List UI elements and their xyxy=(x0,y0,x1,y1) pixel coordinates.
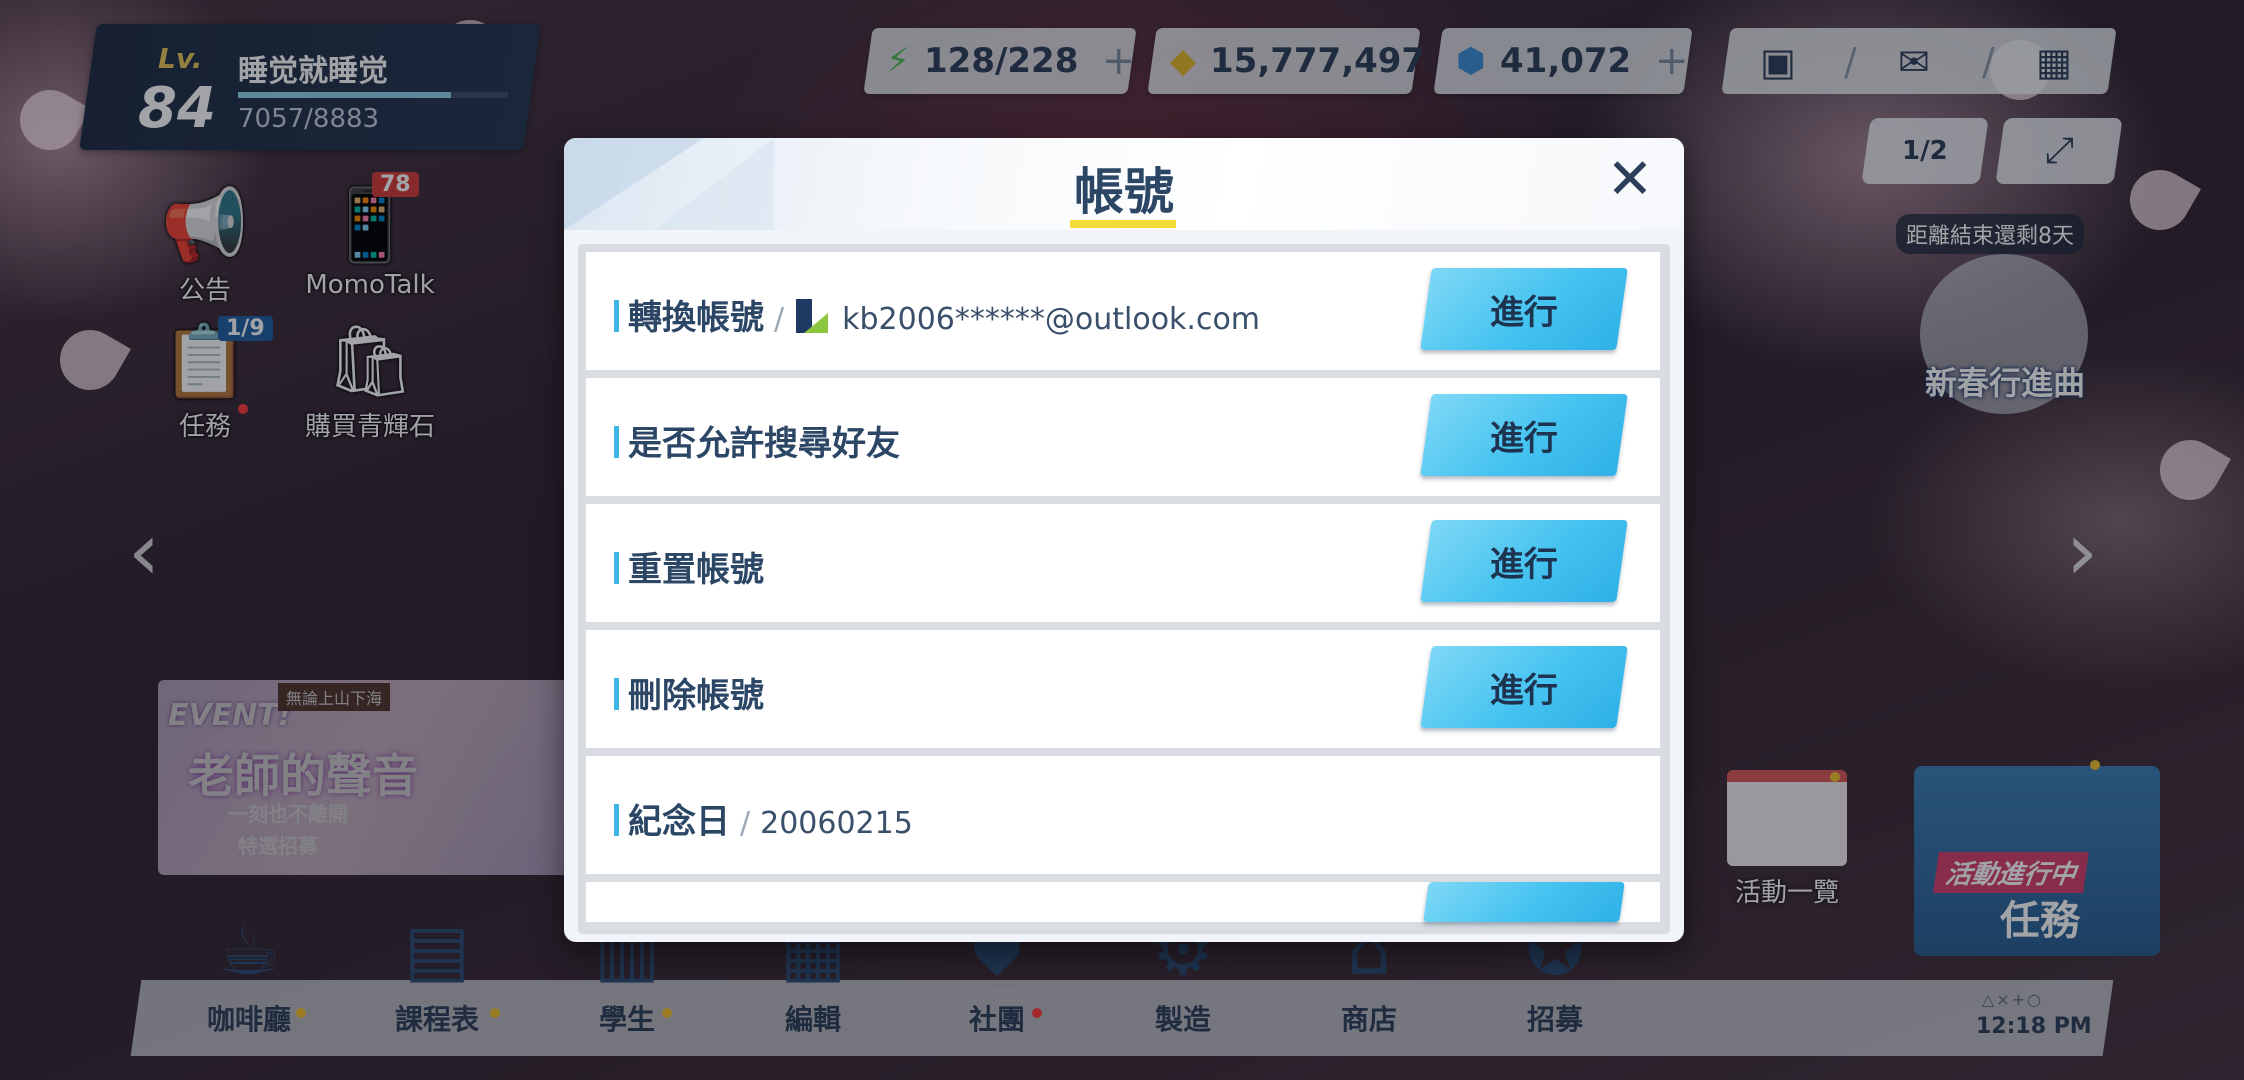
dialog-body[interactable]: 轉換帳號 / kb2006******@outlook.com 進行 是否允許搜尋好… xyxy=(578,244,1670,934)
dialog-header: 帳號 ✕ xyxy=(564,138,1684,230)
row-label-group: 紀念日 / 20060215 xyxy=(628,794,913,843)
button-label: 進行 xyxy=(1490,418,1558,459)
account-email: kb2006******@outlook.com xyxy=(842,302,1261,337)
button-label: 進行 xyxy=(1490,670,1558,711)
reset-account-row: 重置帳號 進行 xyxy=(586,504,1660,622)
reset-account-button[interactable]: 進行 xyxy=(1420,520,1628,602)
row-accent-bar xyxy=(614,678,619,710)
friend-search-row: 是否允許搜尋好友 進行 xyxy=(586,378,1660,496)
dialog-title: 帳號 xyxy=(1074,163,1174,221)
title-underline xyxy=(1070,220,1176,228)
row-accent-bar xyxy=(614,804,619,836)
button-label: 進行 xyxy=(1490,292,1558,333)
row-label-group: 轉換帳號 / kb2006******@outlook.com xyxy=(628,290,1260,339)
anniversary-row: 紀念日 / 20060215 xyxy=(586,756,1660,874)
anniversary-date: 20060215 xyxy=(760,806,913,841)
switch-account-label: 轉換帳號 xyxy=(628,298,764,338)
slash-separator: / xyxy=(774,302,785,337)
delete-account-label: 刪除帳號 xyxy=(628,676,764,716)
platform-logo-icon xyxy=(794,299,830,335)
switch-account-button[interactable]: 進行 xyxy=(1420,268,1628,350)
row-accent-bar xyxy=(614,300,619,332)
row-accent-bar xyxy=(614,426,619,458)
friend-search-button[interactable]: 進行 xyxy=(1420,394,1628,476)
switch-account-row: 轉換帳號 / kb2006******@outlook.com 進行 xyxy=(586,252,1660,370)
close-icon[interactable]: ✕ xyxy=(1600,150,1660,210)
row-accent-bar xyxy=(614,552,619,584)
account-dialog: 帳號 ✕ 轉換帳號 / kb2006******@outlook.com 進行 是否… xyxy=(564,138,1684,942)
list-item-partial xyxy=(586,882,1660,922)
reset-account-label: 重置帳號 xyxy=(628,550,764,590)
slash-separator: / xyxy=(740,806,751,841)
button-label: 進行 xyxy=(1490,544,1558,585)
anniversary-label: 紀念日 xyxy=(628,802,730,842)
friend-search-label: 是否允許搜尋好友 xyxy=(628,424,900,464)
delete-account-row: 刪除帳號 進行 xyxy=(586,630,1660,748)
delete-account-button[interactable]: 進行 xyxy=(1420,646,1628,728)
partial-action-button[interactable] xyxy=(1423,882,1625,922)
